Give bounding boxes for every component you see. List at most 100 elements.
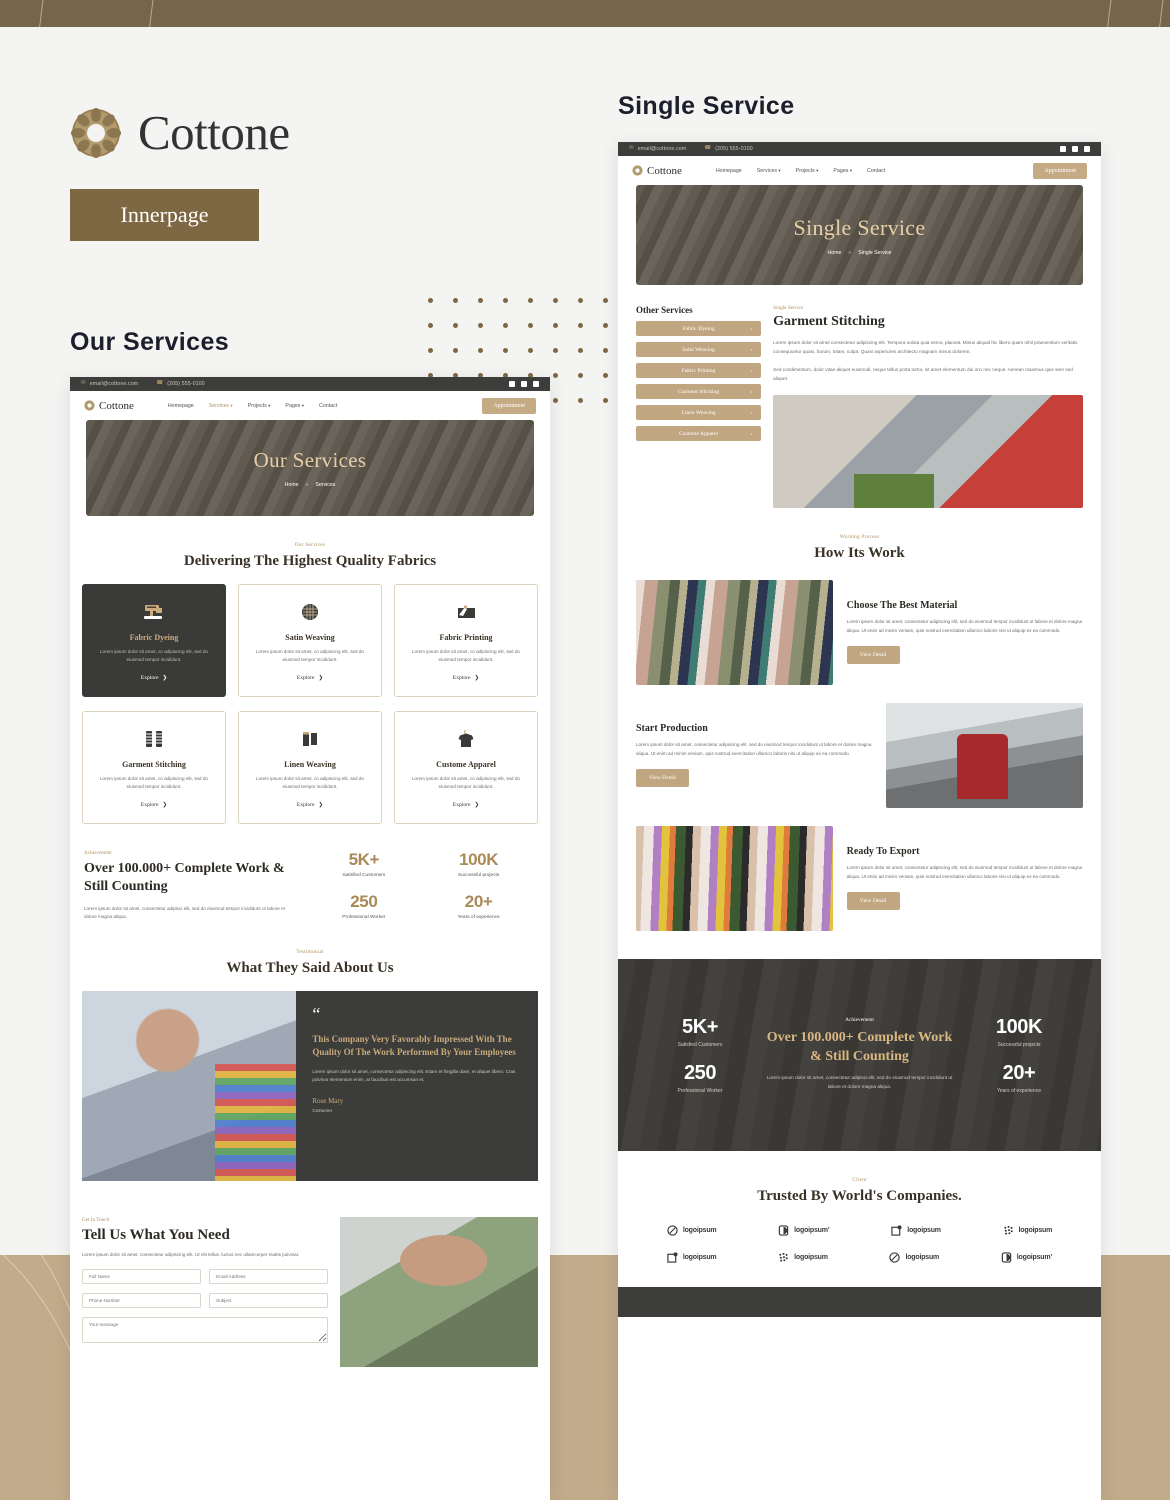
phone-field[interactable]: [82, 1292, 202, 1308]
circle-slash-logo-icon: [889, 1252, 901, 1263]
youtube-icon[interactable]: [1084, 146, 1090, 152]
service-card[interactable]: Fabric Dyeing Lorem ipsum dolor sit amet…: [82, 584, 226, 698]
nav-item-pages[interactable]: Pages: [833, 168, 852, 174]
clients-heading: Trusted By World's Companies.: [757, 1187, 962, 1204]
nav-item-homepage[interactable]: Homepage: [716, 168, 742, 174]
sidebar-item-fabric-dyeing[interactable]: Fabric Dyeing ›: [636, 321, 762, 336]
decorative-dot: [553, 398, 558, 403]
explore-link[interactable]: Explore ❯: [141, 675, 167, 681]
innerpage-button[interactable]: Innerpage: [70, 189, 259, 241]
service-card[interactable]: Linen Weaving Lorem ipsum dolor sit amet…: [238, 711, 382, 825]
flower-logo-icon: [70, 107, 122, 159]
client-logo: logoipsum: [889, 1252, 939, 1263]
explore-link[interactable]: Explore ❯: [297, 802, 323, 808]
phone-icon: ☎: [704, 145, 712, 152]
service-card[interactable]: Garment Stitching Lorem ipsum dolor sit …: [82, 711, 226, 825]
decorative-dot: [478, 348, 483, 353]
our-services-page-mockup: ✉ email@cottone.com ☎ (205) 555-0100 Cot…: [70, 377, 550, 1500]
client-logo: logoipsum: [1003, 1225, 1053, 1236]
sidebar-item-garment-stitching[interactable]: Garment Stitching ›: [636, 384, 762, 399]
stat-item: 100K Successful projects: [963, 1016, 1075, 1048]
client-logo-label: logoipsum: [1018, 1226, 1053, 1234]
explore-link[interactable]: Explore ❯: [297, 675, 323, 681]
breadcrumb-home[interactable]: Home: [285, 482, 299, 488]
chevron-right-icon: ❯: [162, 675, 168, 682]
stat-label: Successful projects: [457, 873, 500, 879]
view-detail-button[interactable]: View Detail: [846, 645, 900, 664]
message-field[interactable]: [82, 1316, 329, 1343]
explore-link[interactable]: Explore ❯: [453, 802, 479, 808]
stat-value: 100K: [995, 1015, 1043, 1038]
explore-label: Explore: [140, 675, 159, 682]
youtube-icon[interactable]: [533, 381, 539, 387]
decorative-dot: [578, 323, 583, 328]
how-step-copy: Start Production Lorem ipsum dolor sit a…: [636, 723, 872, 787]
full-name-field[interactable]: [82, 1268, 202, 1284]
stat-value: 250: [683, 1061, 717, 1084]
explore-link[interactable]: Explore ❯: [141, 802, 167, 808]
nav-item-contact[interactable]: Contact: [867, 168, 885, 174]
nav-item-contact[interactable]: Contact: [319, 403, 337, 409]
nav-item-homepage[interactable]: Homepage: [168, 403, 194, 409]
garment-stitching-image: [773, 394, 1083, 508]
view-detail-button[interactable]: View Detail: [636, 768, 689, 787]
topbar-phone[interactable]: ☎ (205) 555-0100: [704, 146, 753, 152]
nav-item-projects[interactable]: Projects: [248, 403, 271, 409]
explore-label: Explore: [296, 675, 315, 682]
nav-item-projects[interactable]: Projects: [796, 168, 819, 174]
breadcrumb-home[interactable]: Home: [828, 250, 842, 256]
sidebar-item-fabric-printing[interactable]: Fabric Printing ›: [636, 363, 762, 378]
twitter-icon[interactable]: [1072, 146, 1078, 152]
nav-item-pages[interactable]: Pages: [285, 403, 304, 409]
decorative-dot: [528, 298, 533, 303]
decorative-dot: [503, 323, 508, 328]
decorative-dot: [553, 348, 558, 353]
chevron-right-icon: ❯: [162, 802, 168, 809]
topbar-phone[interactable]: ☎ (205) 555-0100: [156, 381, 205, 387]
how-step-title: Ready To Export: [846, 846, 920, 858]
nav-item-services[interactable]: Services: [757, 168, 781, 174]
appointment-button[interactable]: Appointment: [1033, 162, 1087, 179]
sidebar-item-linen-weaving[interactable]: Linen Weaving ›: [636, 405, 762, 420]
service-card[interactable]: Satin Weaving Lorem ipsum dolor sit amet…: [238, 584, 382, 698]
stat-value: 100K: [459, 850, 499, 870]
topbar-email[interactable]: ✉ email@cottone.com: [629, 146, 686, 152]
appointment-button[interactable]: Appointment: [482, 397, 536, 414]
services-eyebrow: Our Services: [294, 542, 326, 548]
sidebar-item-satin-weaving[interactable]: Satin Weaving ›: [636, 342, 762, 357]
view-detail-button[interactable]: View Detail: [846, 891, 900, 910]
yarn-ball-icon: [249, 599, 371, 625]
other-services-sidebar: Other Services Fabric Dyeing › Satin Wea…: [636, 305, 762, 508]
service-card[interactable]: Fabric Printing Lorem ipsum dolor sit am…: [394, 584, 538, 698]
achievement-title: Over 100.000+ Complete Work & Still Coun…: [84, 861, 285, 895]
testimonial-card: “ This Company Very Favorably Impressed …: [82, 991, 538, 1182]
stat-label: Satisfied Customers: [677, 1041, 723, 1048]
stat-value: 5K+: [682, 1015, 719, 1038]
topbar-email-text: email@cottone.com: [89, 381, 139, 387]
nav-brand[interactable]: Cottone: [84, 400, 134, 412]
testimonial-body: Lorem ipsum dolor sit amet, consectetur …: [312, 1068, 516, 1083]
contact-form-column: Get In Touch Tell Us What You Need Lorem…: [82, 1217, 329, 1367]
explore-link[interactable]: Explore ❯: [453, 675, 479, 681]
client-logo-label: logoipsum: [682, 1226, 717, 1234]
facebook-icon[interactable]: [509, 381, 515, 387]
decorative-dot: [453, 298, 458, 303]
nav-brand[interactable]: Cottone: [632, 165, 682, 177]
email-field[interactable]: [209, 1268, 329, 1284]
subject-field[interactable]: [209, 1292, 329, 1308]
folded-fabrics-image: [636, 579, 833, 685]
twitter-icon[interactable]: [521, 381, 527, 387]
sidebar-item-custome-apparel[interactable]: Custome Apparel ›: [636, 426, 762, 441]
breadcrumb-separator: »: [305, 482, 309, 488]
services-card-row-2: Garment Stitching Lorem ipsum dolor sit …: [70, 711, 550, 825]
contact-eyebrow: Get In Touch: [82, 1217, 110, 1224]
facebook-icon[interactable]: [1060, 146, 1066, 152]
contact-photo: [340, 1217, 538, 1368]
decorative-dot: [578, 298, 583, 303]
service-card[interactable]: Custome Apparel Lorem ipsum dolor sit am…: [394, 711, 538, 825]
how-it-works-section: Working Process How Its Work Choose The …: [618, 534, 1101, 931]
topbar-email[interactable]: ✉ email@cottone.com: [81, 381, 138, 387]
decorative-dot: [553, 373, 558, 378]
how-step: Start Production Lorem ipsum dolor sit a…: [618, 702, 1101, 808]
nav-item-services[interactable]: Services: [209, 403, 233, 409]
